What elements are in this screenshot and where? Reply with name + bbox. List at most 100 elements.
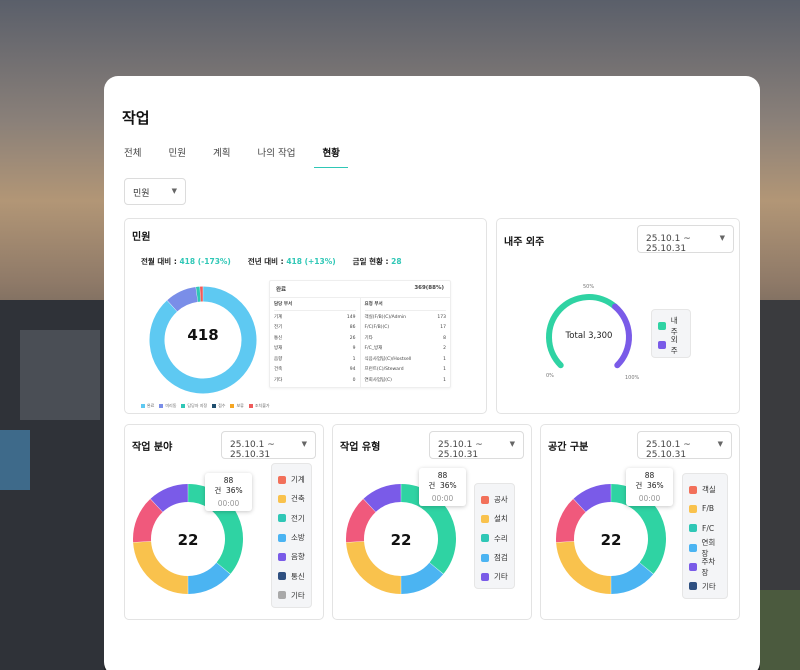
donut-segment[interactable] xyxy=(187,562,231,594)
date-range-select[interactable]: 25.10.1 ~ 25.10.31 ▼ xyxy=(637,225,734,254)
legend-swatch xyxy=(689,582,697,591)
dept-count: 86 xyxy=(349,325,356,330)
type-legend: 공사 설치수리점검기타 xyxy=(474,483,515,590)
donut-segment[interactable] xyxy=(133,499,163,543)
legend-item[interactable]: 객실 xyxy=(689,480,721,499)
tab-plan[interactable]: 계획 xyxy=(213,145,230,168)
legend-label: 담당자 지정 xyxy=(187,403,208,408)
legend-item[interactable]: 기타 xyxy=(278,586,305,605)
type-name: 객실(F/B)(C)/Admin xyxy=(364,314,407,320)
donut-segment[interactable] xyxy=(346,499,376,543)
legend-item[interactable]: 소방 xyxy=(278,528,305,547)
legend-label: 접수 xyxy=(218,403,226,408)
legend-item: 완료 xyxy=(141,403,154,409)
tab-status[interactable]: 현황 xyxy=(314,145,348,168)
background-building xyxy=(760,590,800,670)
table-row: 건축 94 xyxy=(274,365,356,376)
table-row: 객실(F/B)(C)/Admin 173 xyxy=(365,313,447,324)
legend-item[interactable]: 기타 xyxy=(689,576,721,595)
type-count: 1 xyxy=(443,356,446,362)
legend-swatch xyxy=(689,562,697,571)
legend-label: 기타 xyxy=(291,590,305,600)
space-tooltip: 88건 36% 00:00 xyxy=(626,468,673,506)
legend-item[interactable]: 통신 xyxy=(278,566,305,585)
type-name: 기타 xyxy=(364,335,373,341)
field-legend: 기계건축전기소방 음향통신기타 xyxy=(271,463,312,609)
legend-item[interactable]: 연회장 xyxy=(689,538,721,558)
legend-label: 기타 xyxy=(494,572,508,582)
legend-label: 전기 xyxy=(291,513,305,523)
legend-item: 보류 xyxy=(230,403,244,409)
inout-card-title: 내주 외주 xyxy=(504,237,545,248)
dept-name: 건축 xyxy=(274,367,283,372)
legend-item[interactable]: 외주 xyxy=(658,334,684,355)
legend-swatch xyxy=(689,543,697,552)
tab-all[interactable]: 전체 xyxy=(124,145,141,168)
legend-swatch xyxy=(248,404,253,408)
legend-item[interactable]: 내주 xyxy=(658,316,684,336)
legend-item[interactable]: 기타 xyxy=(481,567,508,586)
table-row: F/C(F/B)(C) 17 xyxy=(365,323,447,334)
type-name: 식음사업팀(C)/Hostsell xyxy=(364,356,412,362)
legend-item[interactable]: 설치 xyxy=(481,509,508,528)
donut-segment[interactable] xyxy=(167,287,199,312)
category-select[interactable]: 민원 ▼ xyxy=(124,178,186,205)
legend-item[interactable]: F/C xyxy=(689,519,721,538)
type-name: F/C_방재 xyxy=(364,346,383,351)
legend-item[interactable]: 기계 xyxy=(278,470,305,489)
gauge-label-100: 100% xyxy=(625,375,640,381)
date-range-select[interactable]: 25.10.1 ~ 25.10.31 ▼ xyxy=(637,431,732,460)
dept-name: 방재 xyxy=(274,346,283,351)
type-total: 22 xyxy=(390,531,412,549)
type-count: 8 xyxy=(443,335,446,341)
legend-swatch xyxy=(658,340,666,349)
legend-label: 수리 xyxy=(494,533,508,543)
tooltip-count: 88건 36% xyxy=(635,471,664,490)
legend-swatch xyxy=(181,404,186,408)
legend-swatch xyxy=(481,572,489,581)
gauge-total: Total 3,300 xyxy=(565,331,613,341)
legend-label: 통신 xyxy=(291,571,305,581)
donut-segment[interactable] xyxy=(556,499,586,543)
space-legend: 객실 F/B F/C 연회장 주차장 기타 xyxy=(682,473,728,599)
legend-label: 외주 xyxy=(670,334,678,355)
tab-my-work[interactable]: 나의 작업 xyxy=(257,145,295,168)
dept-name: 전기 xyxy=(274,325,283,330)
legend-label: 미리동 xyxy=(165,403,177,408)
date-range-select[interactable]: 25.10.1 ~ 25.10.31 ▼ xyxy=(429,431,524,460)
legend-label: F/C xyxy=(702,523,715,533)
donut-segment[interactable] xyxy=(400,562,444,594)
tooltip-time: 00:00 xyxy=(638,494,661,503)
legend-item[interactable]: 공사 xyxy=(481,490,508,509)
legend-label: 건축 xyxy=(291,494,305,504)
legend-item[interactable]: 점검 xyxy=(481,548,508,567)
legend-item[interactable]: 건축 xyxy=(278,489,305,508)
donut-segment[interactable] xyxy=(573,484,612,513)
tab-complaint[interactable]: 민원 xyxy=(168,145,185,168)
space-card: 공간 구분 25.10.1 ~ 25.10.31 ▼ 22 88건 36% 00:… xyxy=(540,424,740,620)
chevron-down-icon: ▼ xyxy=(509,440,515,448)
chevron-down-icon: ▼ xyxy=(171,187,177,195)
legend-item[interactable]: 음향 xyxy=(278,547,305,566)
background-building xyxy=(0,430,30,490)
legend-item[interactable]: F/B xyxy=(689,499,721,518)
type-name: 프런트(C)/Steward xyxy=(364,367,404,372)
dept-column: 담당 부서 기계 149 전기 86 통신 26 방재 9 음향 1 건축 94 기타 0 xyxy=(270,298,361,388)
donut-segment[interactable] xyxy=(610,562,654,594)
complaint-card: 민원 전월 대비 : 418 (-173%) 전년 대비 : 418 (+13%… xyxy=(124,218,487,414)
legend-item[interactable]: 주차장 xyxy=(689,557,721,577)
legend-swatch xyxy=(481,534,489,543)
table-row: 연회사업팀(C) 1 xyxy=(365,376,447,387)
gauge-label-50: 50% xyxy=(583,284,595,290)
legend-swatch xyxy=(278,552,286,561)
stat-month: 전월 대비 : 418 (-173%) xyxy=(141,257,231,266)
legend-item[interactable]: 수리 xyxy=(481,529,508,548)
donut-segment[interactable] xyxy=(363,484,402,513)
tooltip-count: 88건 36% xyxy=(428,471,457,490)
legend-item[interactable]: 전기 xyxy=(278,509,305,528)
date-range-select[interactable]: 25.10.1 ~ 25.10.31 ▼ xyxy=(221,431,316,460)
donut-segment[interactable] xyxy=(150,484,189,513)
legend-swatch xyxy=(481,514,489,523)
dept-name: 음향 xyxy=(274,356,283,362)
space-total: 22 xyxy=(600,531,622,549)
